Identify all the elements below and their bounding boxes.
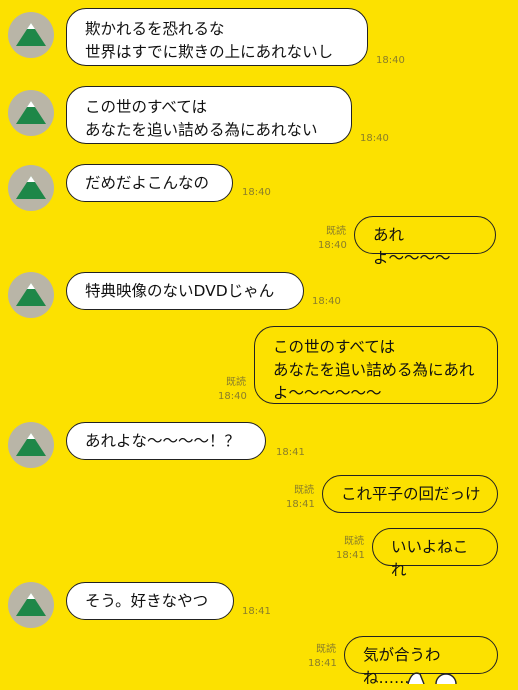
message-bubble[interactable]: この世のすべては あなたを追い詰める為にあれない — [66, 86, 352, 144]
avatar[interactable] — [8, 422, 54, 468]
mountain-icon — [16, 101, 46, 124]
message-time: 18:40 — [312, 296, 341, 307]
read-receipt: 既読 18:40 — [318, 226, 347, 251]
mountain-icon — [16, 176, 46, 199]
message-bubble[interactable]: あれよ〜〜〜〜 — [354, 216, 496, 267]
message-bubble[interactable]: あれよな〜〜〜〜！？ — [66, 422, 266, 460]
message-time: 18:40 — [376, 55, 405, 66]
read-receipt: 既読 18:41 — [308, 644, 337, 669]
mountain-icon — [16, 433, 46, 456]
message-bubble[interactable]: この世のすべては あなたを追い詰める為にあれ よ〜〜〜〜〜〜 — [254, 326, 498, 404]
avatar[interactable] — [8, 90, 54, 136]
message-time: 18:40 — [360, 133, 389, 144]
avatar[interactable] — [8, 582, 54, 628]
read-receipt: 既読 18:41 — [286, 485, 315, 510]
message-bubble[interactable]: だめだよこんなの — [66, 164, 233, 202]
avatar[interactable] — [8, 165, 54, 211]
sticker-partial — [407, 672, 457, 684]
message-time: 18:40 — [242, 187, 271, 198]
mountain-icon — [16, 23, 46, 46]
message-bubble[interactable]: 欺かれるを恐れるな 世界はすでに欺きの上にあれないし — [66, 8, 368, 66]
mountain-icon — [16, 593, 46, 616]
mountain-icon — [16, 283, 46, 306]
message-time: 18:41 — [242, 606, 271, 617]
avatar[interactable] — [8, 272, 54, 318]
message-bubble[interactable]: これ平子の回だっけ — [322, 475, 498, 513]
avatar[interactable] — [8, 12, 54, 58]
message-time: 18:41 — [276, 447, 305, 458]
read-receipt: 既読 18:41 — [336, 536, 365, 561]
message-bubble[interactable]: いいよねこれ — [372, 528, 498, 579]
message-bubble[interactable]: そう。好きなやつ — [66, 582, 234, 620]
message-bubble[interactable]: 特典映像のないDVDじゃん — [66, 272, 304, 310]
read-receipt: 既読 18:40 — [218, 377, 247, 402]
